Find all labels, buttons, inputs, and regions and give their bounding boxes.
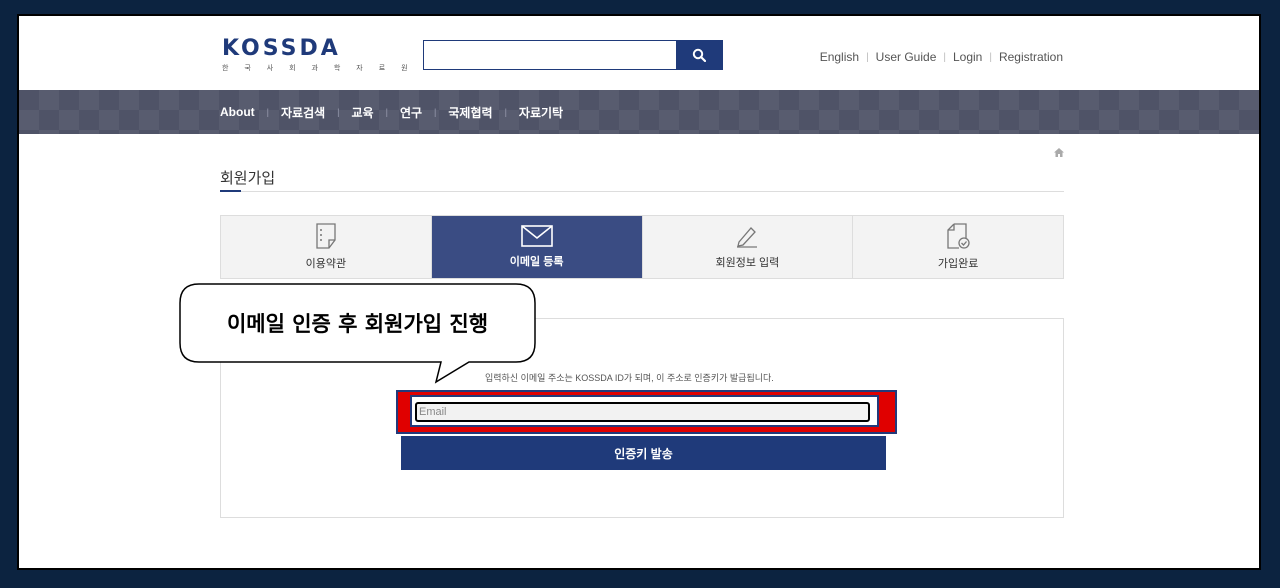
divider: | <box>504 107 507 117</box>
send-verification-key-button[interactable]: 인증키 발송 <box>401 436 886 470</box>
nav-item-education[interactable]: 교육 <box>352 104 374 121</box>
divider: | <box>434 107 437 117</box>
logo-subtitle: 한 국 사 회 과 학 자 료 원 <box>222 65 415 72</box>
step-member-info: 회원정보 입력 <box>643 216 854 278</box>
link-english[interactable]: English <box>820 50 859 64</box>
divider: | <box>337 107 340 117</box>
divider: | <box>385 107 388 117</box>
step-label: 가입완료 <box>937 258 979 270</box>
signup-steps: 이용약관 이메일 등록 회원정보 입력 가입완료 <box>220 215 1064 279</box>
document-check-icon <box>947 223 970 249</box>
title-divider <box>220 191 1064 192</box>
email-highlight <box>396 390 897 434</box>
email-field-wrapper <box>410 395 879 427</box>
nav-item-about[interactable]: About <box>220 105 255 119</box>
envelope-icon <box>520 225 553 247</box>
nav-item-data-deposit[interactable]: 자료기탁 <box>519 104 563 121</box>
pencil-icon <box>737 227 758 248</box>
main-nav: About | 자료검색 | 교육 | 연구 | 국제협력 | 자료기탁 <box>19 90 1259 134</box>
search-button[interactable] <box>676 41 722 69</box>
home-icon[interactable] <box>1054 144 1064 162</box>
step-terms: 이용약관 <box>221 216 432 278</box>
kossda-logo[interactable]: KOSSDA 한 국 사 회 과 학 자 료 원 <box>222 38 415 73</box>
step-label: 회원정보 입력 <box>715 257 780 269</box>
top-links: English | User Guide | Login | Registrat… <box>820 50 1063 64</box>
divider: | <box>266 107 269 117</box>
nav-item-research[interactable]: 연구 <box>400 104 422 121</box>
logo-text: KOSSDA <box>222 36 341 61</box>
divider: | <box>943 51 946 63</box>
link-login[interactable]: Login <box>953 50 982 64</box>
link-user-guide[interactable]: User Guide <box>876 50 937 64</box>
title-accent <box>220 190 241 192</box>
nav-item-international[interactable]: 국제협력 <box>448 104 492 121</box>
callout-bubble: 이메일 인증 후 회원가입 진행 <box>179 283 536 384</box>
divider: | <box>866 51 869 63</box>
page-title: 회원가입 <box>220 170 276 187</box>
link-registration[interactable]: Registration <box>999 50 1063 64</box>
email-field[interactable] <box>415 402 870 422</box>
search-bar <box>423 40 723 70</box>
callout-text: 이메일 인증 후 회원가입 진행 <box>226 312 489 336</box>
step-label: 이메일 등록 <box>509 256 564 268</box>
browser-page: KOSSDA 한 국 사 회 과 학 자 료 원 English | User … <box>17 14 1261 570</box>
document-list-icon <box>316 223 336 249</box>
divider: | <box>989 51 992 63</box>
search-input[interactable] <box>424 41 678 69</box>
search-icon <box>692 48 706 62</box>
step-email: 이메일 등록 <box>431 216 643 278</box>
nav-item-data-search[interactable]: 자료검색 <box>281 104 325 121</box>
step-complete: 가입완료 <box>853 216 1063 278</box>
step-label: 이용약관 <box>305 258 347 270</box>
